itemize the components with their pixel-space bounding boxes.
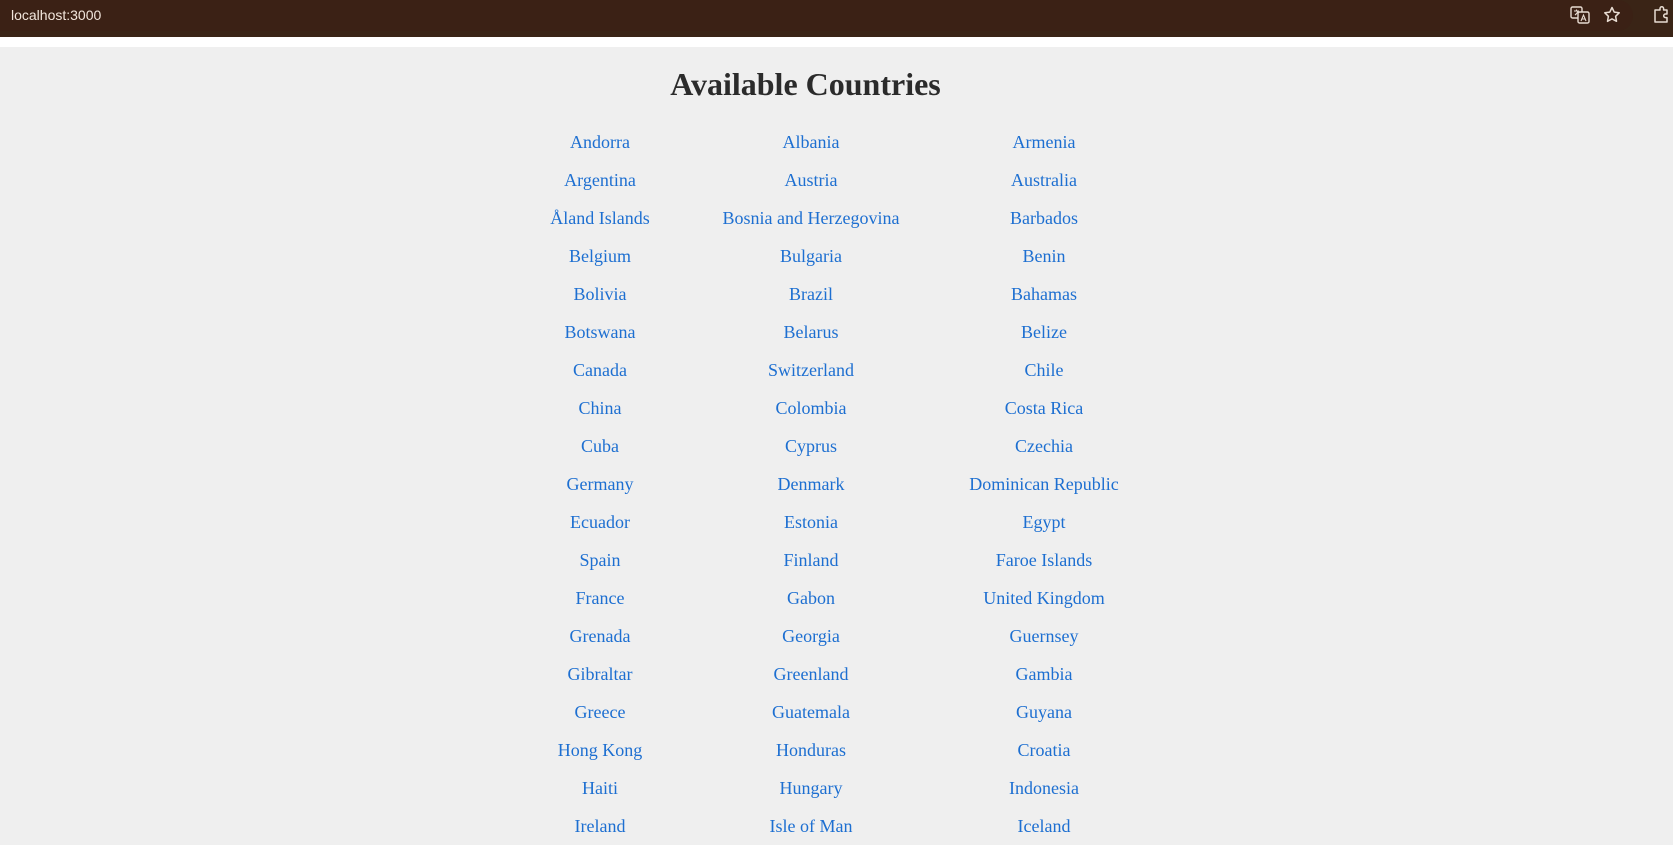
country-link[interactable]: Benin xyxy=(949,237,1139,275)
country-link[interactable]: Denmark xyxy=(673,465,949,503)
country-link[interactable]: Austria xyxy=(673,161,949,199)
country-link[interactable]: Andorra xyxy=(527,123,673,161)
country-link[interactable]: Albania xyxy=(673,123,949,161)
country-link[interactable]: Grenada xyxy=(527,617,673,655)
country-link[interactable]: Åland Islands xyxy=(527,199,673,237)
country-link[interactable]: Costa Rica xyxy=(949,389,1139,427)
address-bar[interactable]: localhost:3000 xyxy=(0,0,1633,31)
country-link[interactable]: Haiti xyxy=(527,769,673,807)
country-link[interactable]: Estonia xyxy=(673,503,949,541)
country-link[interactable]: Hong Kong xyxy=(527,731,673,769)
country-link[interactable]: Guatemala xyxy=(673,693,949,731)
country-link[interactable]: Faroe Islands xyxy=(949,541,1139,579)
country-link[interactable]: China xyxy=(527,389,673,427)
country-link[interactable]: Croatia xyxy=(949,731,1139,769)
country-link[interactable]: Guyana xyxy=(949,693,1139,731)
country-link[interactable]: France xyxy=(527,579,673,617)
country-link[interactable]: Dominican Republic xyxy=(949,465,1139,503)
country-link[interactable]: Egypt xyxy=(949,503,1139,541)
country-link[interactable]: Gambia xyxy=(949,655,1139,693)
country-link[interactable]: Cuba xyxy=(527,427,673,465)
country-link[interactable]: Greece xyxy=(527,693,673,731)
extensions-icon[interactable] xyxy=(1651,4,1673,26)
country-link[interactable]: Czechia xyxy=(949,427,1139,465)
country-link[interactable]: Hungary xyxy=(673,769,949,807)
country-grid: Andorra Albania Armenia Argentina Austria Aus… xyxy=(527,123,1139,845)
country-link[interactable]: Guernsey xyxy=(949,617,1139,655)
country-link[interactable]: Switzerland xyxy=(673,351,949,389)
country-link[interactable]: Ecuador xyxy=(527,503,673,541)
page-content: Available Countries Andorra Albania Armeni… xyxy=(0,47,1673,845)
country-link[interactable]: Honduras xyxy=(673,731,949,769)
country-link[interactable]: Greenland xyxy=(673,655,949,693)
country-link[interactable]: Bolivia xyxy=(527,275,673,313)
country-link[interactable]: Cyprus xyxy=(673,427,949,465)
country-link[interactable]: Germany xyxy=(527,465,673,503)
country-link[interactable]: Finland xyxy=(673,541,949,579)
country-link[interactable]: Australia xyxy=(949,161,1139,199)
country-link[interactable]: United Kingdom xyxy=(949,579,1139,617)
address-bar-url[interactable]: localhost:3000 xyxy=(11,6,101,24)
country-link[interactable]: Iceland xyxy=(949,807,1139,845)
star-icon[interactable] xyxy=(1601,4,1623,26)
country-link[interactable]: Belize xyxy=(949,313,1139,351)
browser-toolbar: localhost:3000 xyxy=(0,0,1673,37)
country-link[interactable]: Gabon xyxy=(673,579,949,617)
country-link[interactable]: Canada xyxy=(527,351,673,389)
page-title: Available Countries xyxy=(670,66,941,102)
country-link[interactable]: Botswana xyxy=(527,313,673,351)
page-top-border xyxy=(0,37,1673,47)
country-link[interactable]: Barbados xyxy=(949,199,1139,237)
country-link[interactable]: Isle of Man xyxy=(673,807,949,845)
country-link[interactable]: Indonesia xyxy=(949,769,1139,807)
country-link[interactable]: Georgia xyxy=(673,617,949,655)
country-link[interactable]: Chile xyxy=(949,351,1139,389)
country-link[interactable]: Bahamas xyxy=(949,275,1139,313)
country-link[interactable]: Bosnia and Herzegovina xyxy=(673,199,949,237)
country-link[interactable]: Belgium xyxy=(527,237,673,275)
country-link[interactable]: Gibraltar xyxy=(527,655,673,693)
country-link[interactable]: Ireland xyxy=(527,807,673,845)
country-link[interactable]: Argentina xyxy=(527,161,673,199)
country-link[interactable]: Colombia xyxy=(673,389,949,427)
country-link[interactable]: Bulgaria xyxy=(673,237,949,275)
translate-icon[interactable] xyxy=(1569,4,1591,26)
country-link[interactable]: Belarus xyxy=(673,313,949,351)
country-link[interactable]: Brazil xyxy=(673,275,949,313)
country-link[interactable]: Spain xyxy=(527,541,673,579)
country-link[interactable]: Armenia xyxy=(949,123,1139,161)
